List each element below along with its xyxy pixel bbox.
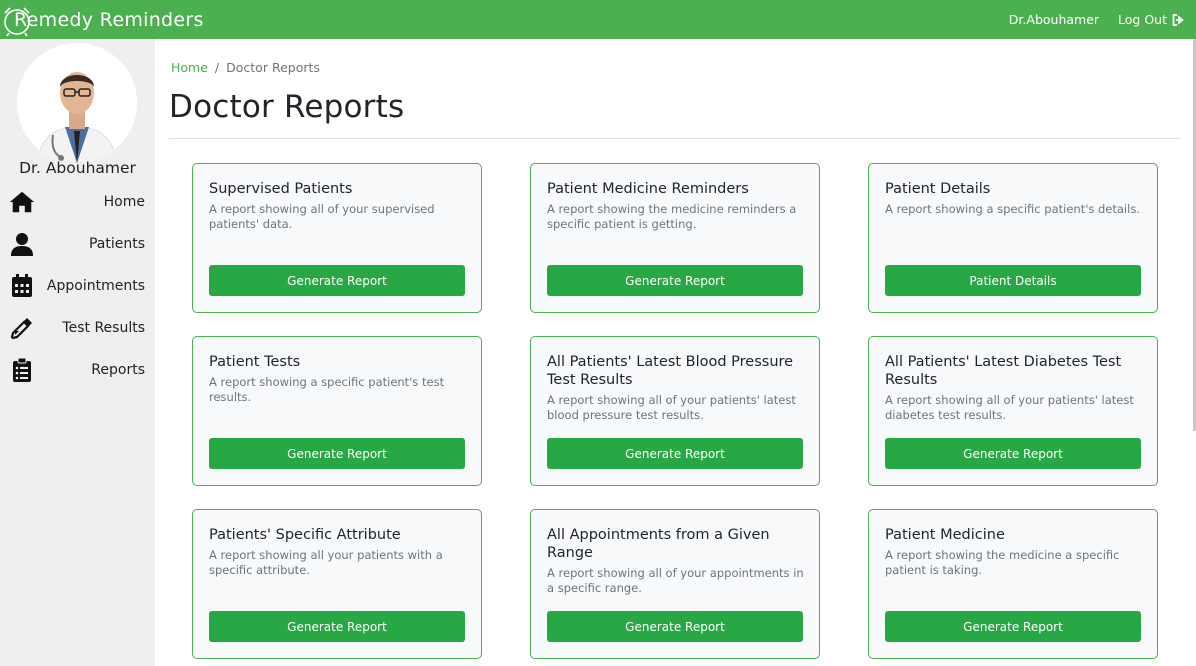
sidebar-item-label: Patients [88, 236, 145, 252]
card-title: All Patients' Latest Diabetes Test Resul… [885, 354, 1122, 388]
home-icon [9, 189, 35, 215]
user-icon [9, 231, 35, 257]
card-title: Patient Details [885, 181, 991, 197]
clipboard-icon [9, 357, 35, 383]
brand-logo[interactable]: Remedy Reminders [0, 0, 204, 39]
card-title: All Appointments from a Given Range [547, 527, 770, 561]
user-name-link[interactable]: Dr.Abouhamer [1009, 12, 1099, 27]
patient-details-button[interactable]: Patient Details [885, 265, 1141, 296]
sidebar: Dr. Abouhamer Home Patients Appointments… [0, 39, 155, 666]
sidebar-item-home[interactable]: Home [0, 185, 155, 219]
generate-report-button[interactable]: Generate Report [209, 438, 465, 469]
card-description: A report showing all of your appointment… [547, 566, 804, 595]
top-navbar: Remedy Reminders Dr.Abouhamer Log Out [0, 0, 1196, 39]
card-description: A report showing all of your supervised … [209, 202, 435, 231]
generate-report-button[interactable]: Generate Report [209, 265, 465, 296]
report-card-patient-medicine-reminders: Patient Medicine Reminders A report show… [530, 163, 820, 313]
report-card-specific-attribute: Patients' Specific Attribute A report sh… [192, 509, 482, 659]
card-description: A report showing a specific patient's de… [885, 202, 1140, 216]
eyedropper-icon [9, 315, 35, 341]
card-description: A report showing all of your patients' l… [885, 393, 1134, 422]
card-description: A report showing the medicine reminders … [547, 202, 797, 231]
generate-report-button[interactable]: Generate Report [885, 611, 1141, 642]
card-description: A report showing the medicine a specific… [885, 548, 1120, 577]
generate-report-button[interactable]: Generate Report [547, 611, 803, 642]
card-description: A report showing a specific patient's te… [209, 375, 445, 404]
breadcrumb-current: Doctor Reports [226, 60, 320, 75]
sidebar-item-label: Test Results [62, 320, 145, 336]
report-card-appointments-range: All Appointments from a Given Range A re… [530, 509, 820, 659]
breadcrumb-separator: / [214, 60, 220, 75]
generate-report-button[interactable]: Generate Report [547, 265, 803, 296]
sidebar-item-patients[interactable]: Patients [0, 227, 155, 261]
avatar [17, 43, 137, 163]
title-divider [169, 138, 1181, 139]
sidebar-item-appointments[interactable]: Appointments [0, 269, 155, 303]
sidebar-item-label: Appointments [46, 278, 145, 294]
generate-report-button[interactable]: Generate Report [209, 611, 465, 642]
generate-report-button[interactable]: Generate Report [547, 438, 803, 469]
sidebar-item-reports[interactable]: Reports [0, 353, 155, 387]
card-title: Patient Tests [209, 354, 301, 370]
card-title: Patient Medicine [885, 527, 1005, 543]
card-description: A report showing all of your patients' l… [547, 393, 796, 422]
page-title: Doctor Reports [169, 89, 405, 125]
card-title: Supervised Patients [209, 181, 353, 197]
doctor-avatar-image [17, 43, 137, 163]
card-description: A report showing all your patients with … [209, 548, 443, 577]
report-card-patient-details: Patient Details A report showing a speci… [868, 163, 1158, 313]
breadcrumb-home-link[interactable]: Home [171, 60, 208, 75]
card-title: All Patients' Latest Blood Pressure Test… [547, 354, 794, 388]
sidebar-item-label: Reports [91, 362, 145, 378]
report-card-patient-medicine: Patient Medicine A report showing the me… [868, 509, 1158, 659]
report-card-supervised-patients: Supervised Patients A report showing all… [192, 163, 482, 313]
sidebar-item-test-results[interactable]: Test Results [0, 311, 155, 345]
card-title: Patients' Specific Attribute [209, 527, 401, 543]
card-title: Patient Medicine Reminders [547, 181, 749, 197]
report-card-patient-tests: Patient Tests A report showing a specifi… [192, 336, 482, 486]
report-card-diabetes-results: All Patients' Latest Diabetes Test Resul… [868, 336, 1158, 486]
breadcrumb: Home / Doctor Reports [171, 60, 320, 75]
logout-label: Log Out [1118, 12, 1167, 27]
sign-out-icon [1172, 13, 1184, 26]
generate-report-button[interactable]: Generate Report [885, 438, 1141, 469]
calendar-icon [9, 273, 35, 299]
doctor-name: Dr. Abouhamer [19, 159, 136, 177]
brand-name: Remedy Reminders [14, 8, 204, 31]
sidebar-item-label: Home [103, 194, 145, 210]
logout-button[interactable]: Log Out [1118, 12, 1185, 27]
report-card-blood-pressure-results: All Patients' Latest Blood Pressure Test… [530, 336, 820, 486]
